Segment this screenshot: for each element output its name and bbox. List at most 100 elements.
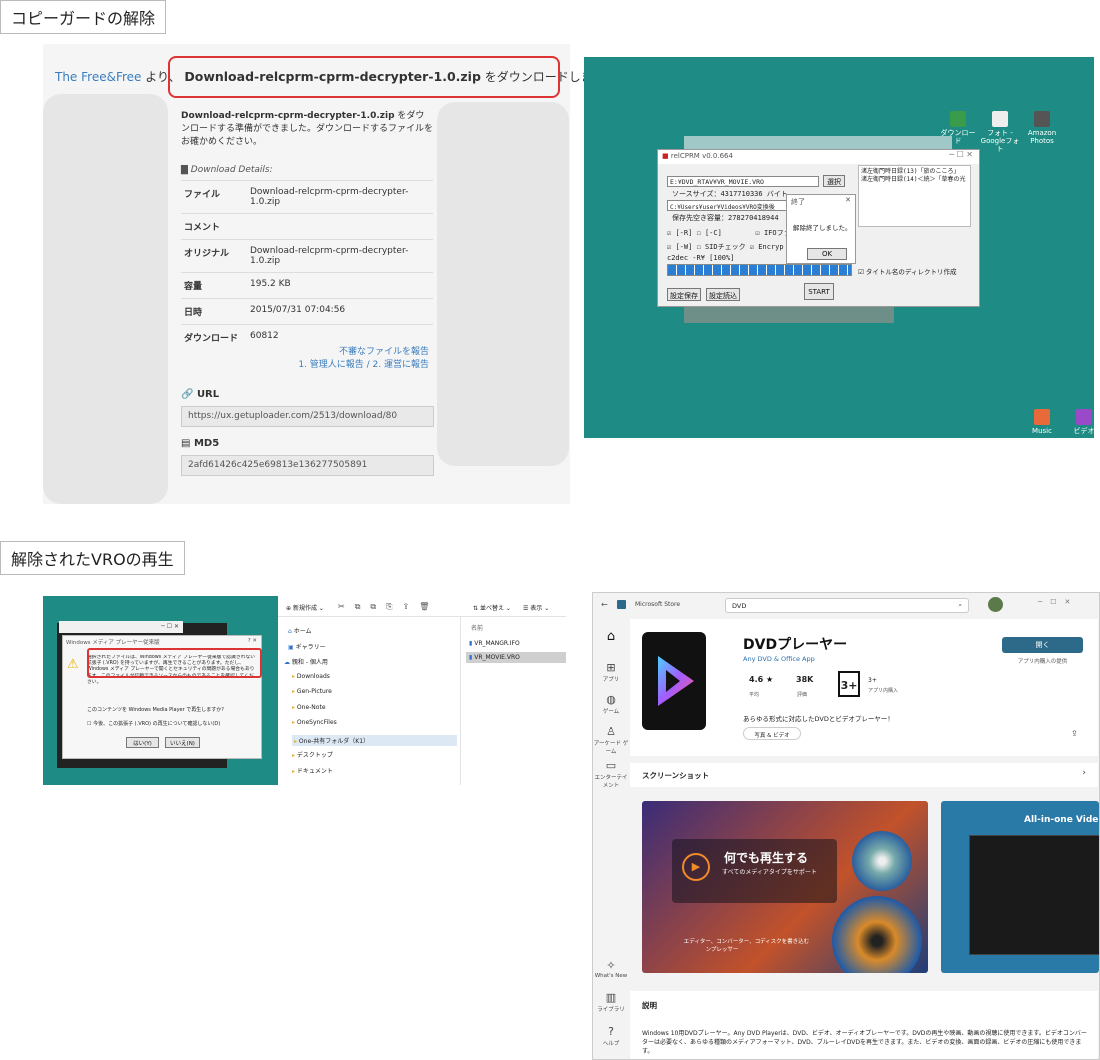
sidebar-item[interactable]: ? ヘルプ <box>593 1025 629 1047</box>
chevron-right-icon[interactable]: › <box>1082 768 1086 778</box>
search-input[interactable]: DVD ⌕ <box>725 598 969 613</box>
free-space-text: 保存先空き容量：278270418944 <box>672 214 779 222</box>
window-controls[interactable]: ─ ☐ ✕ <box>949 150 973 159</box>
sidebar-item[interactable]: ◍ ゲーム <box>593 693 629 715</box>
detail-key: 容量 <box>181 272 247 299</box>
ok-button[interactable]: OK <box>807 248 847 260</box>
yes-button[interactable]: はい(Y) <box>126 737 159 748</box>
detail-row: ファイル Download-relcprm-cprm-decrypter-1.0.… <box>181 180 433 214</box>
nav-item[interactable]: ▣ ギャラリー <box>288 642 326 651</box>
screenshot-2[interactable]: All-in-one Vide <box>941 801 1099 973</box>
log-box: 渚左衛門時日録(13)「旅のこころ」 渚左衛門時日録(14)＜続＞「草春の光 <box>858 165 971 227</box>
detail-key: オリジナル <box>181 239 247 273</box>
share-icon[interactable]: ⇪ <box>1071 729 1078 738</box>
video-file-icon: ▮ <box>469 654 473 661</box>
left-sidebar-placeholder <box>43 94 168 504</box>
sidebar-item[interactable]: ⌂ <box>593 629 629 645</box>
music-desktop-icon[interactable]: Music <box>1022 409 1062 435</box>
search-icon[interactable]: ⌕ <box>958 601 962 610</box>
player-preview <box>969 835 1099 955</box>
disc-image <box>832 896 922 973</box>
screenshot-1[interactable]: ▶ 何でも再生する すべてのメディアタイプをサポート エディター、コンバーター、… <box>642 801 928 973</box>
report-targets-link[interactable]: 1. 管理人に報告 / 2. 運営に報告 <box>298 359 429 372</box>
nav-item[interactable]: ▸ OneSyncFiles <box>292 719 337 726</box>
site-link[interactable]: The Free&Free <box>55 70 141 84</box>
relcprm-desktop-screenshot: ダウンロード フォト - Googleフォト Amazon Photos Mus… <box>584 57 1095 438</box>
url-field[interactable]: https://ux.getuploader.com/2513/download… <box>181 406 434 427</box>
file-icon: ▇ <box>181 165 191 175</box>
avatar[interactable] <box>988 597 1003 612</box>
output-path-field[interactable]: C:¥Users¥user¥Videos¥VRO変換後 <box>667 200 792 211</box>
source-path-field[interactable]: E:¥DVD_RTAV¥VR_MOVIE.VRO <box>667 176 819 187</box>
nav-item[interactable]: ⌂ ホーム <box>288 626 312 635</box>
file-row-ifo[interactable]: ▮ VR_MANGR.IFO <box>466 638 559 649</box>
nav-item[interactable]: ☁ 親和 - 個人用 <box>284 657 328 666</box>
sidebar-item[interactable]: ⊞ アプリ <box>593 661 629 683</box>
game-icon: ◍ <box>606 693 616 706</box>
nav-item[interactable]: ▸ One-Note <box>292 704 326 711</box>
google-photos-desktop-icon[interactable]: フォト - Googleフォト <box>980 111 1020 153</box>
nav-item[interactable]: ▸ ドキュメント <box>292 766 333 775</box>
toolbar-icons[interactable]: ✂⧉⧉⎘⇪🗑 <box>338 602 439 612</box>
microsoft-store-screenshot: ← Microsoft Store DVD ⌕ ─☐✕ ⌂ ⊞ アプリ ◍ ゲーム ♙ アーケ… <box>592 592 1100 1060</box>
app-header-card: DVDプレーヤー Any DVD & Office App 4.6 ★ 平均 3… <box>630 619 1098 756</box>
wmp-question: このコンテンツを Windows Media Player で再生しますか? <box>87 707 224 713</box>
detail-value: 195.2 KB <box>247 272 433 299</box>
nav-item[interactable]: ▸ Downloads <box>292 673 330 680</box>
video-desktop-icon[interactable]: ビデオ <box>1064 409 1100 435</box>
help-icon: ? <box>608 1025 614 1038</box>
no-button[interactable]: いいえ(N) <box>165 737 200 748</box>
title-dir-checkbox[interactable]: ☑ タイトル名のディレクトリ作成 <box>858 266 956 276</box>
open-button[interactable]: 開く <box>1002 637 1083 653</box>
category-tag[interactable]: 写真 & ビデオ <box>743 727 801 740</box>
store-titlebar: ← Microsoft Store DVD ⌕ ─☐✕ <box>593 593 1099 619</box>
options-row-2[interactable]: ☑ [-W] ☐ SIDチェック ☑ Encryp <box>667 242 784 252</box>
new-button[interactable]: ⊕ 新規作成 ⌄ <box>286 603 324 612</box>
short-description: あらゆる形式に対応したDVDとビデオプレーヤー！ <box>743 715 894 723</box>
iarc-label: アプリ内購入 <box>868 688 899 694</box>
description-card: 説明 Windows 10用DVDプレーヤー。Any DVD Playerは、D… <box>630 991 1098 1059</box>
start-button[interactable]: START <box>804 283 834 300</box>
nav-item[interactable]: ▸ One-共有フォルダ（K1） <box>292 734 457 746</box>
load-settings-button[interactable]: 設定読込 <box>706 288 740 301</box>
sidebar-item[interactable]: ▭ エンターテイメント <box>593 759 629 789</box>
app-title: DVDプレーヤー <box>743 637 848 653</box>
nav-item[interactable]: ▸ Gen-Picture <box>292 688 332 695</box>
close-icon[interactable]: ? ✕ <box>248 638 257 644</box>
file-row-vro[interactable]: ▮ VR_MOVIE.VRO <box>466 652 566 663</box>
screenshots-header[interactable]: スクリーンショット › <box>630 763 1098 787</box>
publisher-link[interactable]: Any DVD & Office App <box>743 655 815 663</box>
report-link[interactable]: 不審なファイルを報告 <box>298 346 429 359</box>
back-arrow-icon[interactable]: ← <box>601 600 608 609</box>
app-icon: ■ <box>662 152 669 160</box>
sidebar-item[interactable]: ▥ ライブラリ <box>593 991 629 1013</box>
warning-icon: ⚠ <box>67 657 79 672</box>
detail-value: Download-relcprm-cprm-decrypter-1.0.zip <box>247 180 433 214</box>
nav-item[interactable]: ▸ デスクトップ <box>292 750 333 759</box>
md5-field[interactable]: 2afd61426c425e69813e136277505891 <box>181 455 434 476</box>
select-button[interactable]: 選択 <box>823 175 845 187</box>
finish-dialog: 終了 ✕ 解除終了しました。 OK <box>786 194 856 264</box>
sidebar-item[interactable]: ✧ What's New <box>593 959 629 979</box>
rating-value: 4.6 ★ <box>749 675 774 684</box>
description-title: 説明 <box>642 1001 657 1010</box>
detail-key: 日時 <box>181 298 247 325</box>
save-settings-button[interactable]: 設定保存 <box>667 288 701 301</box>
background-window <box>684 305 894 323</box>
name-column-header[interactable]: 名前 <box>471 623 483 632</box>
window-controls[interactable]: ─☐✕ <box>1038 598 1078 606</box>
source-size-text: ソースサイズ：4317710336 バイト <box>672 190 788 198</box>
detail-row: 日時 2015/07/31 07:04:56 <box>181 298 433 325</box>
dont-ask-checkbox[interactable]: ☐ 今後、この拡張子 (.VRO) の再生について確認しない(D) <box>87 720 220 727</box>
options-row-1[interactable]: ☑ [-R] ☐ [-C] ☑ IFOファ <box>667 228 791 238</box>
download-page-screenshot: The Free&Free より、 Download-relcprm-cprm-… <box>43 44 616 504</box>
sidebar-item[interactable]: ♙ アーケード ゲーム <box>593 725 629 755</box>
wmp-dialog: Windows メディア プレーヤー従来版? ✕ ⚠ 選択されたファイルは、Wi… <box>62 635 262 759</box>
report-links[interactable]: 不審なファイルを報告 1. 管理人に報告 / 2. 運営に報告 <box>298 346 429 372</box>
dialog-titlebar: 終了 ✕ <box>787 195 855 209</box>
view-button[interactable]: ☰ 表示 ⌄ <box>523 603 549 612</box>
folder-icon <box>950 111 966 127</box>
sort-button[interactable]: ⇅ 並べ替え ⌄ <box>473 603 511 612</box>
amazon-photos-desktop-icon[interactable]: Amazon Photos <box>1022 111 1062 145</box>
close-icon[interactable]: ✕ <box>845 196 851 204</box>
